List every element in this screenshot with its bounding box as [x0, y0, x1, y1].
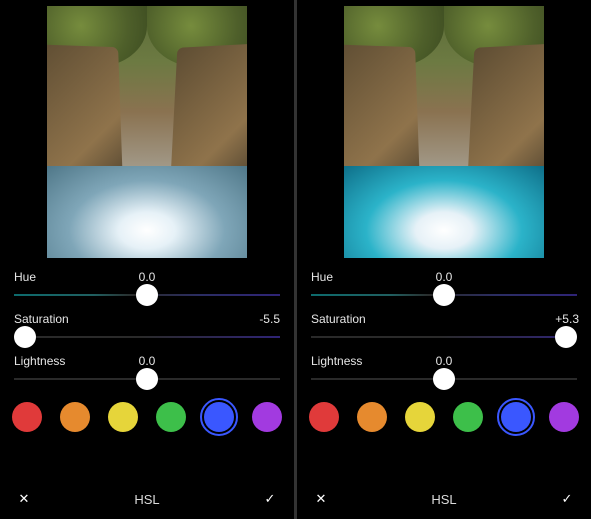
hue-thumb[interactable] [433, 284, 455, 306]
lightness-slider-block: Lightness 0.0 [309, 354, 579, 388]
hue-slider[interactable] [311, 294, 577, 296]
close-icon[interactable]: ✕ [309, 487, 333, 511]
lightness-label: Lightness [311, 354, 362, 368]
hue-value: 0.0 [436, 270, 453, 284]
lightness-thumb[interactable] [433, 368, 455, 390]
lightness-thumb[interactable] [136, 368, 158, 390]
saturation-thumb[interactable] [14, 326, 36, 348]
confirm-icon[interactable]: ✓ [555, 487, 579, 511]
mode-label: HSL [431, 492, 456, 507]
saturation-slider[interactable] [14, 336, 280, 338]
confirm-icon[interactable]: ✓ [258, 487, 282, 511]
color-swatch-row [309, 402, 579, 432]
saturation-slider[interactable] [311, 336, 577, 338]
close-icon[interactable]: ✕ [12, 487, 36, 511]
image-preview [344, 6, 544, 258]
hue-slider-block: Hue 0.0 [12, 270, 282, 304]
lightness-slider-block: Lightness 0.0 [12, 354, 282, 388]
swatch-purple[interactable] [252, 402, 282, 432]
swatch-yellow[interactable] [108, 402, 138, 432]
lightness-value: 0.0 [436, 354, 453, 368]
swatch-blue[interactable] [501, 402, 531, 432]
footer-bar: ✕ HSL ✓ [309, 483, 579, 511]
saturation-label: Saturation [14, 312, 69, 326]
hue-label: Hue [14, 270, 36, 284]
footer-bar: ✕ HSL ✓ [12, 483, 282, 511]
saturation-thumb[interactable] [555, 326, 577, 348]
swatch-yellow[interactable] [405, 402, 435, 432]
lightness-label: Lightness [14, 354, 65, 368]
swatch-blue[interactable] [204, 402, 234, 432]
screen-right: Hue 0.0 Saturation +5.3 Lightness 0.0 [297, 0, 591, 519]
hue-label: Hue [311, 270, 333, 284]
swatch-red[interactable] [309, 402, 339, 432]
hue-slider-block: Hue 0.0 [309, 270, 579, 304]
hue-value: 0.0 [139, 270, 156, 284]
swatch-green[interactable] [156, 402, 186, 432]
swatch-purple[interactable] [549, 402, 579, 432]
mode-label: HSL [134, 492, 159, 507]
swatch-red[interactable] [12, 402, 42, 432]
lightness-slider[interactable] [311, 378, 577, 380]
image-preview [47, 6, 247, 258]
saturation-value: -5.5 [259, 312, 280, 326]
saturation-value: +5.3 [555, 312, 579, 326]
comparison-stage: Hue 0.0 Saturation -5.5 Lightness 0.0 [0, 0, 591, 519]
hue-thumb[interactable] [136, 284, 158, 306]
saturation-slider-block: Saturation -5.5 [12, 312, 282, 346]
scene-water [47, 166, 247, 258]
saturation-slider-block: Saturation +5.3 [309, 312, 579, 346]
hue-slider[interactable] [14, 294, 280, 296]
lightness-slider[interactable] [14, 378, 280, 380]
scene-water [344, 166, 544, 258]
color-swatch-row [12, 402, 282, 432]
swatch-orange[interactable] [357, 402, 387, 432]
swatch-green[interactable] [453, 402, 483, 432]
saturation-label: Saturation [311, 312, 366, 326]
swatch-orange[interactable] [60, 402, 90, 432]
lightness-value: 0.0 [139, 354, 156, 368]
screen-left: Hue 0.0 Saturation -5.5 Lightness 0.0 [0, 0, 294, 519]
